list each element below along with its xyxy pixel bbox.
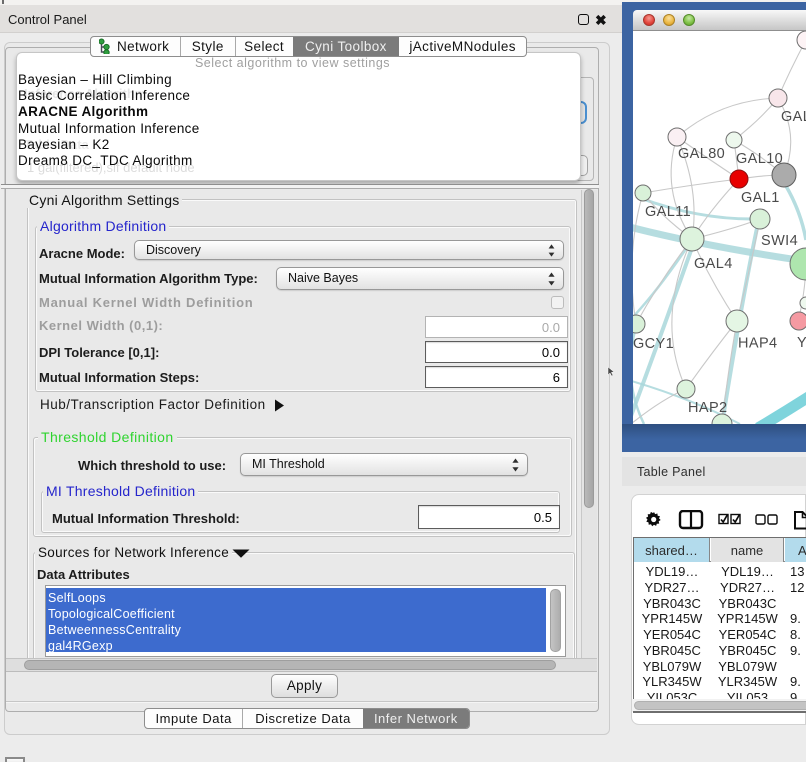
svg-text:SWI4: SWI4	[761, 233, 798, 249]
svg-text:GAL4: GAL4	[694, 256, 733, 272]
svg-text:Y: Y	[797, 335, 806, 351]
svg-text:GAL7: GAL7	[781, 109, 806, 125]
svg-text:GAL10: GAL10	[736, 151, 783, 167]
svg-text:GAL80: GAL80	[678, 146, 725, 162]
svg-text:GCY1: GCY1	[633, 336, 674, 352]
svg-text:HAP4: HAP4	[738, 336, 777, 352]
svg-text:GAL1: GAL1	[741, 190, 780, 206]
svg-text:GAL11: GAL11	[645, 204, 691, 220]
svg-text:HAP2: HAP2	[688, 400, 727, 416]
